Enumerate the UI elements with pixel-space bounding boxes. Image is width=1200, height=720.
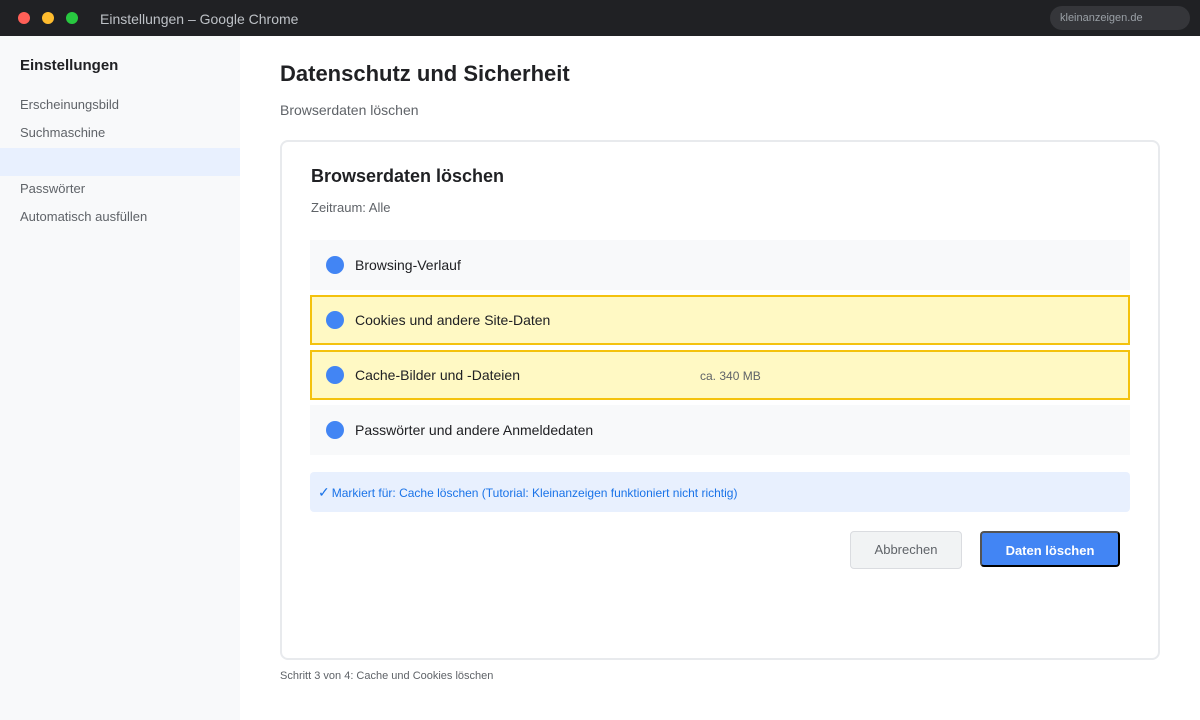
checkmark-icon: ✓ [318, 484, 330, 500]
option-browsing-history[interactable]: Browsing-Verlauf [310, 240, 1130, 290]
option-passwords[interactable]: Passwörter und andere Anmeldedaten [310, 405, 1130, 455]
option-label: Cookies und andere Site-Daten [355, 312, 551, 328]
step-indicator: Schritt 3 von 4: Cache und Cookies lösch… [280, 670, 494, 682]
sidebar-item-search-engine[interactable]: Suchmaschine [0, 119, 240, 147]
sidebar-item-autofill[interactable]: Automatisch ausfüllen [0, 203, 240, 231]
sidebar-item-passwords[interactable]: Passwörter [0, 175, 240, 203]
radio-selected-icon[interactable] [326, 421, 344, 439]
page-title: Datenschutz und Sicherheit [280, 61, 570, 86]
cancel-button[interactable]: Abbrechen [850, 531, 962, 569]
dialog-title: Browserdaten löschen [311, 166, 505, 186]
clear-browsing-data-dialog: Browserdaten löschen Zeitraum: Alle Brow… [280, 140, 1160, 660]
settings-main: Datenschutz und Sicherheit Browserdaten … [240, 36, 1200, 720]
settings-sidebar: Einstellungen Erscheinungsbild Suchmasch… [0, 36, 240, 720]
sidebar-item-privacy-security[interactable] [0, 148, 240, 176]
option-label: Passwörter und andere Anmeldedaten [355, 422, 594, 438]
time-range-label[interactable]: Zeitraum: Alle [311, 200, 390, 215]
sidebar-item-appearance[interactable]: Erscheinungsbild [0, 91, 240, 119]
delete-data-button[interactable]: Daten löschen [980, 531, 1120, 567]
option-cookies[interactable]: Cookies und andere Site-Daten [310, 295, 1130, 345]
address-bar[interactable]: kleinanzeigen.de [1050, 6, 1190, 30]
window-title: Einstellungen – Google Chrome [100, 11, 299, 27]
cache-size-label: ca. 340 MB [700, 369, 761, 383]
close-window-button[interactable] [18, 12, 30, 24]
option-label: Cache-Bilder und -Dateien [355, 367, 520, 383]
page-subtitle: Browserdaten löschen [280, 102, 419, 118]
title-bar: Einstellungen – Google Chrome kleinanzei… [0, 0, 1200, 36]
radio-selected-icon[interactable] [326, 256, 344, 274]
minimize-window-button[interactable] [42, 12, 54, 24]
banner-text: Markiert für: Cache löschen (Tutorial: K… [331, 486, 738, 500]
maximize-window-button[interactable] [66, 12, 78, 24]
option-label: Browsing-Verlauf [355, 257, 461, 273]
radio-selected-icon[interactable] [326, 311, 344, 329]
option-cached-images[interactable]: Cache-Bilder und -Dateien ca. 340 MB [310, 350, 1130, 400]
sidebar-title: Einstellungen [20, 57, 119, 74]
marked-info-banner: ✓ Markiert für: Cache löschen (Tutorial: … [310, 472, 1130, 512]
radio-selected-icon[interactable] [326, 366, 344, 384]
